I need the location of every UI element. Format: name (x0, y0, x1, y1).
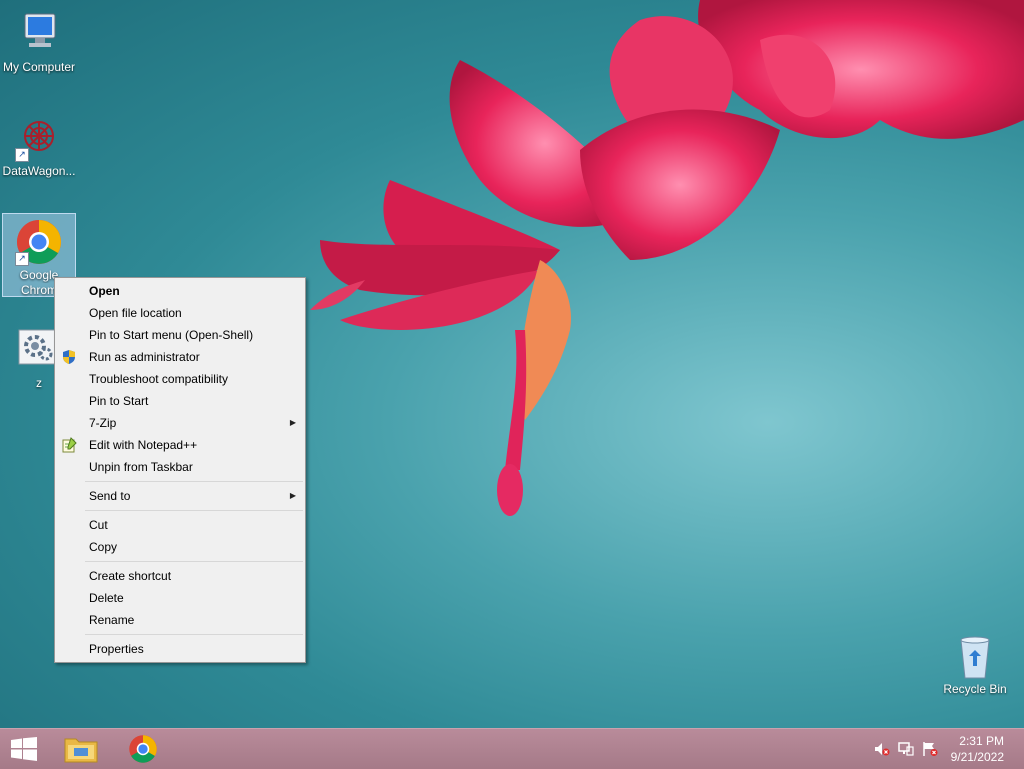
context-menu: Open Open file location Pin to Start men… (54, 277, 306, 663)
menu-item-open[interactable]: Open (55, 280, 305, 302)
windows-logo-icon (11, 737, 37, 766)
menu-item-edit-with-notepad[interactable]: Edit with Notepad++ (55, 434, 305, 456)
datawagon-icon: ↗ (15, 114, 63, 162)
taskbar-chrome-button[interactable] (116, 729, 170, 769)
desktop-icon-label: Recycle Bin (943, 682, 1007, 696)
submenu-arrow-icon: ▶ (289, 418, 296, 427)
menu-separator (85, 510, 303, 511)
clock-date: 9/21/2022 (950, 750, 1004, 764)
uac-shield-icon (61, 349, 77, 365)
desktop-icon-my-computer[interactable]: My Computer (2, 6, 76, 75)
menu-item-create-shortcut[interactable]: Create shortcut (55, 565, 305, 587)
desktop-icon-label: My Computer (2, 60, 76, 74)
file-explorer-icon (64, 735, 98, 768)
taskbar: 2:31 PM 9/21/2022 (0, 728, 1024, 769)
action-center-flag-icon[interactable] (922, 741, 938, 757)
menu-item-properties[interactable]: Properties (55, 638, 305, 660)
menu-item-7zip[interactable]: 7-Zip ▶ (55, 412, 305, 434)
menu-separator (85, 561, 303, 562)
desktop-icon-label: DataWagon... (2, 164, 76, 178)
shortcut-arrow-icon: ↗ (15, 148, 29, 162)
notepad-plus-plus-icon (61, 437, 77, 453)
menu-item-open-file-location[interactable]: Open file location (55, 302, 305, 324)
menu-item-delete[interactable]: Delete (55, 587, 305, 609)
start-button[interactable] (0, 729, 54, 769)
network-icon[interactable] (898, 741, 914, 757)
menu-item-unpin-from-taskbar[interactable]: Unpin from Taskbar (55, 456, 305, 478)
menu-item-pin-to-start[interactable]: Pin to Start (55, 390, 305, 412)
menu-item-send-to[interactable]: Send to ▶ (55, 485, 305, 507)
menu-separator (85, 634, 303, 635)
recycle-bin-icon (951, 632, 999, 680)
desktop-icon-datawagon[interactable]: ↗ DataWagon... (2, 110, 76, 179)
submenu-arrow-icon: ▶ (289, 491, 296, 500)
desktop-icon-recycle-bin[interactable]: Recycle Bin (938, 628, 1012, 697)
clock-time: 2:31 PM (959, 734, 1004, 748)
menu-item-run-as-administrator[interactable]: Run as administrator (55, 346, 305, 368)
menu-item-cut[interactable]: Cut (55, 514, 305, 536)
shortcut-arrow-icon: ↗ (15, 252, 29, 266)
chrome-icon (128, 734, 158, 769)
computer-icon (15, 10, 63, 58)
menu-item-copy[interactable]: Copy (55, 536, 305, 558)
menu-separator (85, 481, 303, 482)
menu-item-troubleshoot-compatibility[interactable]: Troubleshoot compatibility (55, 368, 305, 390)
taskbar-file-explorer-button[interactable] (54, 729, 108, 769)
volume-muted-icon[interactable] (874, 741, 890, 757)
menu-item-pin-start-menu[interactable]: Pin to Start menu (Open-Shell) (55, 324, 305, 346)
taskbar-clock[interactable]: 2:31 PM 9/21/2022 (951, 733, 1004, 765)
chrome-icon: ↗ (15, 218, 63, 266)
menu-item-rename[interactable]: Rename (55, 609, 305, 631)
